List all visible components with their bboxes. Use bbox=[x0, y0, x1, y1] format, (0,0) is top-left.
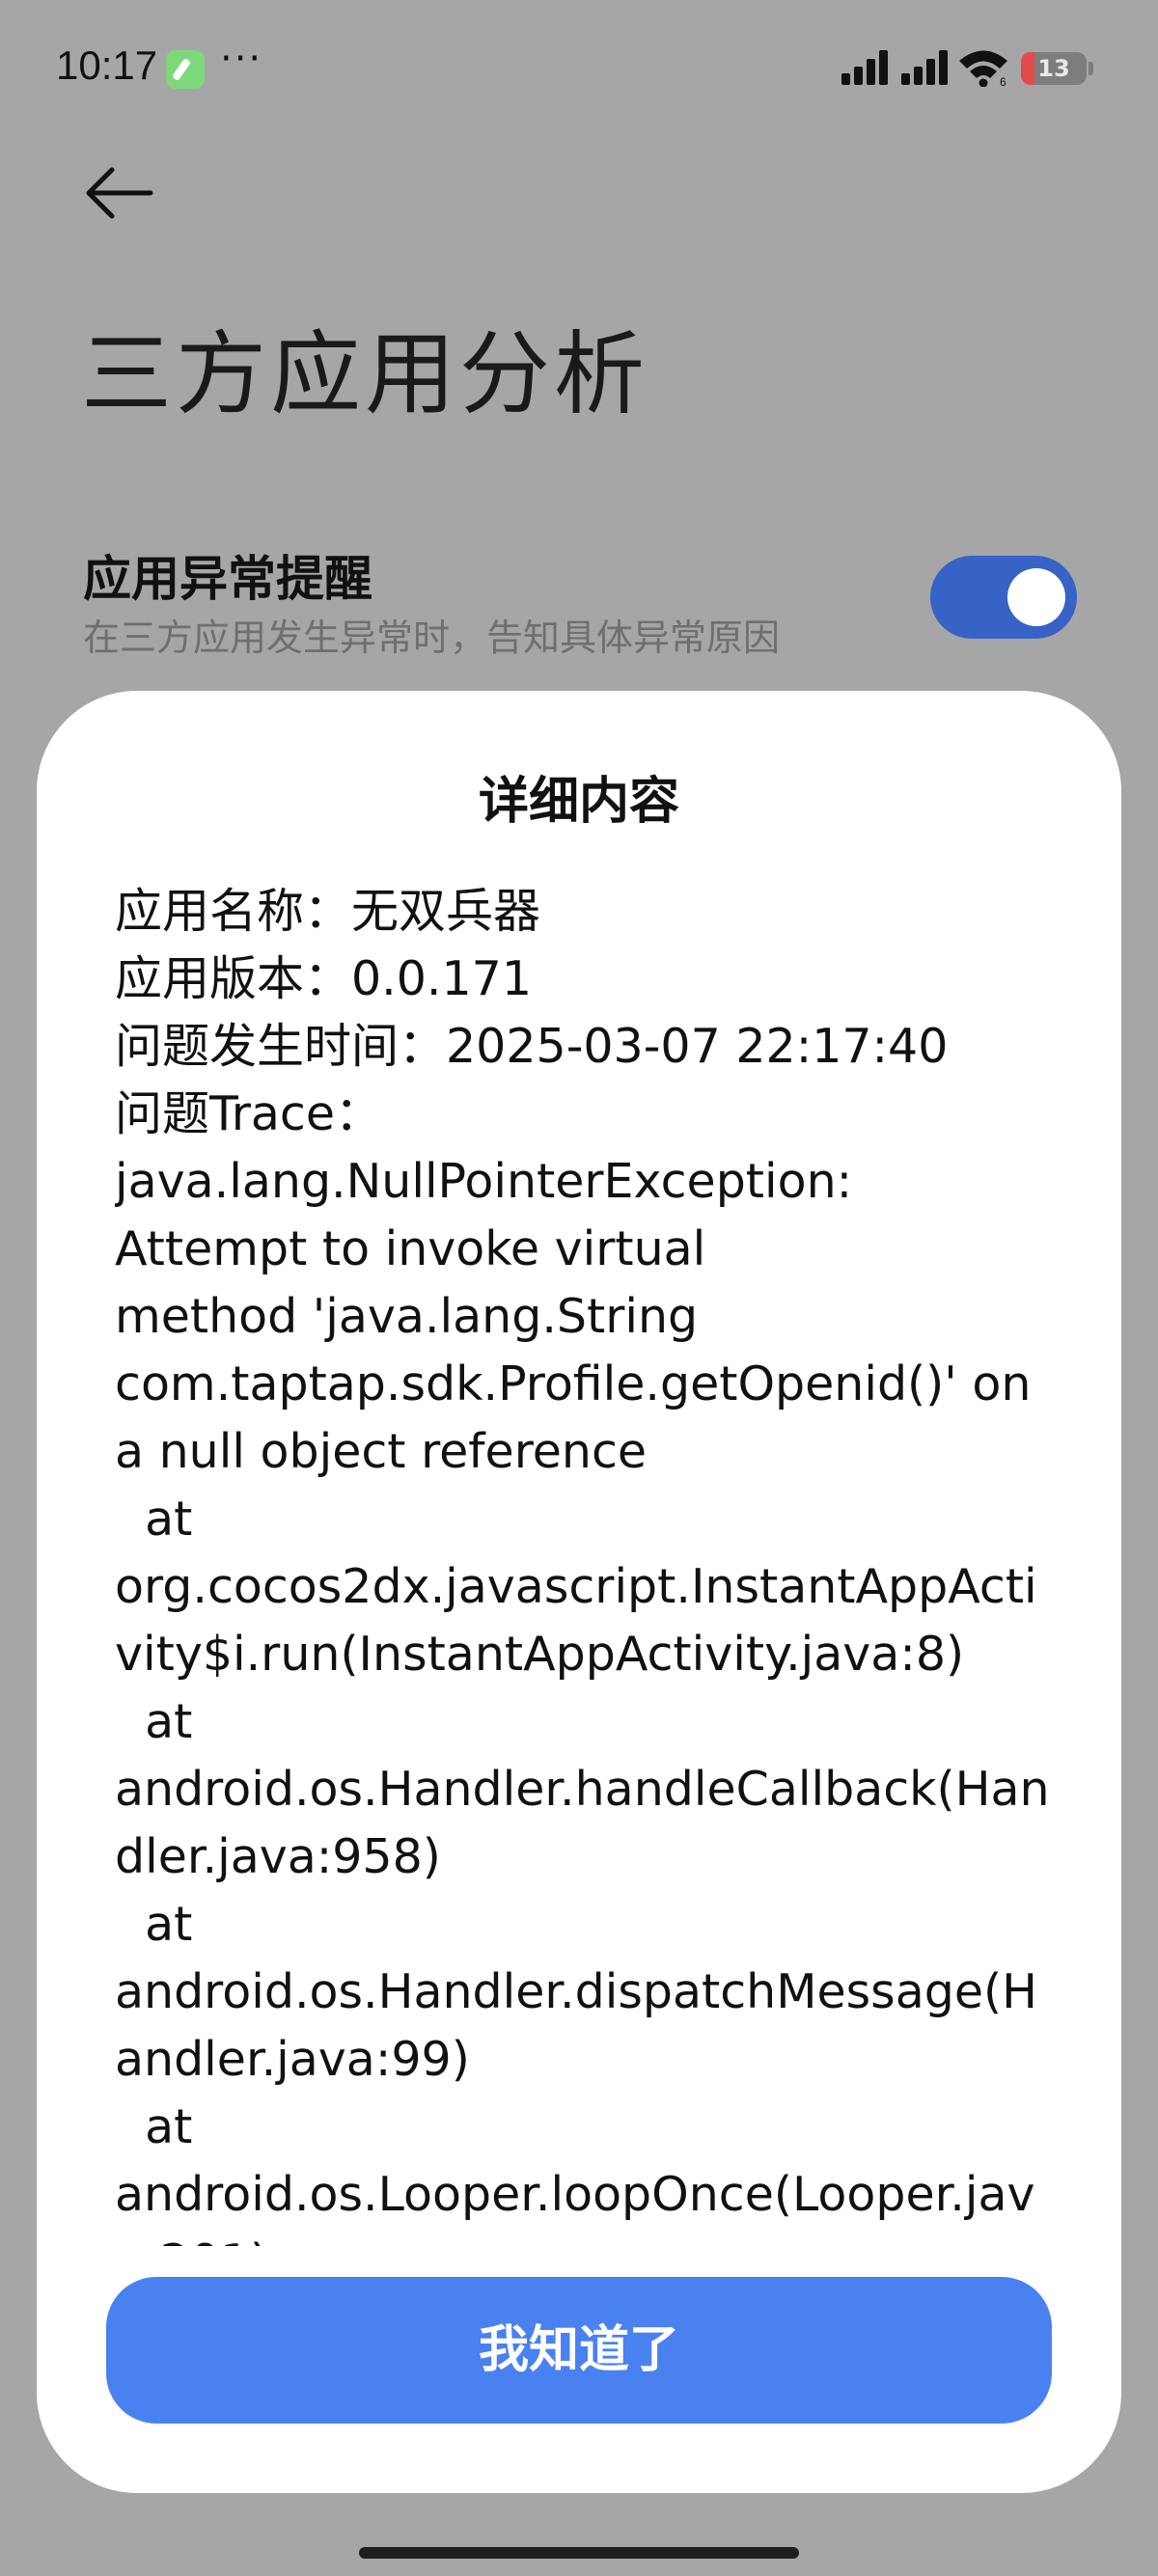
toggle-knob bbox=[1007, 568, 1065, 626]
wifi-icon: 6 bbox=[959, 50, 1007, 87]
tool-app-icon bbox=[166, 50, 205, 89]
page-title: 三方应用分析 bbox=[81, 322, 649, 427]
details-dialog: 详细内容 应用名称：无双兵器 应用版本：0.0.171 问题发生时间：2025-… bbox=[37, 691, 1121, 2493]
dialog-scroll-area[interactable]: 应用名称：无双兵器 应用版本：0.0.171 问题发生时间：2025-03-07… bbox=[115, 878, 1070, 2246]
screen: 10:17 ··· 6 13 三方应用分析 应用异常提醒 在三方应用发生异常时，… bbox=[0, 0, 1158, 2576]
signal-icon-2 bbox=[901, 50, 951, 85]
setting-title: 应用异常提醒 bbox=[83, 551, 372, 607]
status-time: 10:17 bbox=[56, 42, 158, 88]
signal-icon bbox=[841, 50, 892, 85]
battery-icon: 13 bbox=[1021, 52, 1087, 85]
home-indicator[interactable] bbox=[359, 2547, 799, 2559]
got-it-button[interactable]: 我知道了 bbox=[106, 2277, 1052, 2424]
error-details-text: 应用名称：无双兵器 应用版本：0.0.171 问题发生时间：2025-03-07… bbox=[115, 884, 1050, 2246]
setting-description: 在三方应用发生异常时，告知具体异常原因 bbox=[83, 617, 781, 659]
battery-tip bbox=[1089, 62, 1093, 75]
back-arrow-icon[interactable] bbox=[79, 162, 156, 224]
anomaly-alert-toggle[interactable] bbox=[930, 556, 1077, 639]
more-notifications-icon: ··· bbox=[220, 37, 263, 81]
battery-percent: 13 bbox=[1037, 55, 1070, 82]
svg-text:6: 6 bbox=[1000, 75, 1006, 87]
status-bar: 10:17 ··· 6 13 bbox=[0, 0, 1158, 135]
dialog-title: 详细内容 bbox=[478, 773, 679, 831]
